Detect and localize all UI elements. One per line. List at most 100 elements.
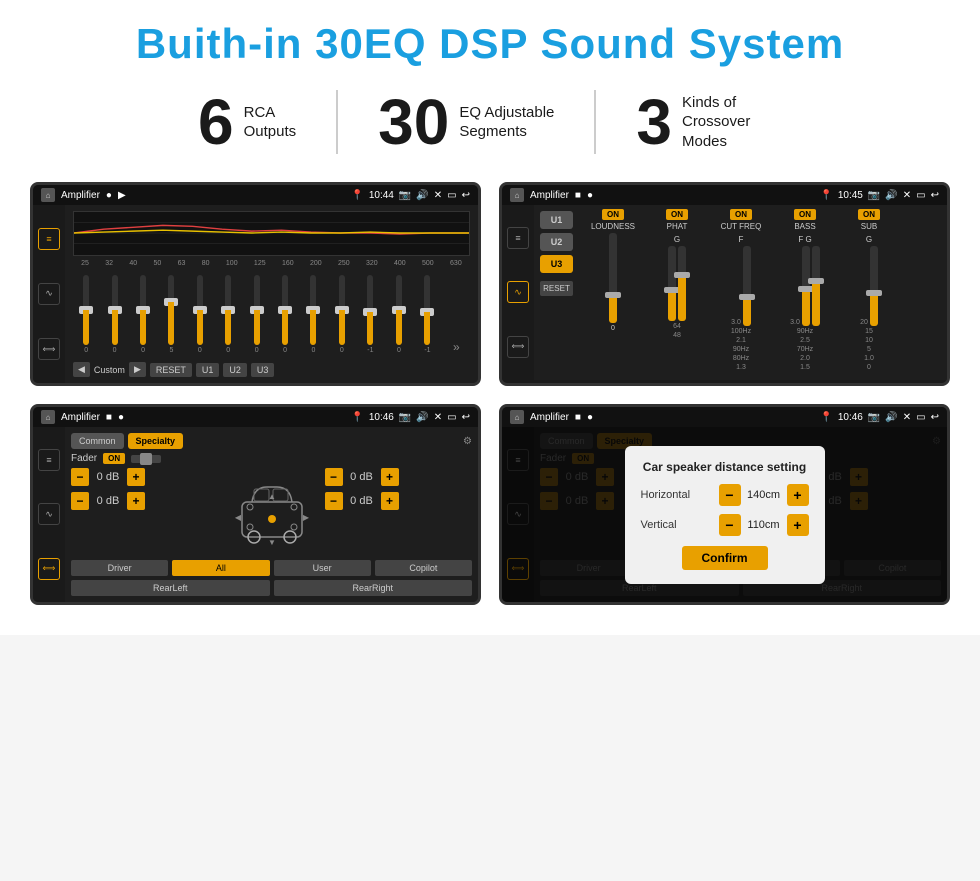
cross-u2-button[interactable]: U2 (540, 233, 573, 251)
eq-status-right: 📍 10:44 📷 🔊 ✕ ▭ ↩ (351, 190, 470, 201)
cross-back-icon[interactable]: ↩ (931, 190, 939, 201)
stat-item-crossover: 3 Kinds ofCrossover Modes (596, 90, 822, 154)
cross-time: 10:45 (838, 190, 863, 201)
fader-status-bar: ⌂ Amplifier ■ ● 📍 10:46 📷 🔊 ✕ ▭ ↩ (33, 407, 478, 427)
dialog-confirm-button[interactable]: Confirm (682, 546, 768, 570)
channel-cutfreq: ON CUT FREQ F 3.0 100Hz 2. (711, 209, 771, 376)
dialog-status-left: ⌂ Amplifier ■ ● (510, 410, 593, 424)
fader-minus-1[interactable]: − (71, 468, 89, 486)
fader-back-icon[interactable]: ↩ (462, 412, 470, 423)
fader-indicator1: ■ (106, 412, 112, 423)
fader-plus-3[interactable]: + (381, 468, 399, 486)
fader-minus-4[interactable]: − (325, 492, 343, 510)
dialog-horizontal-value: 140cm (745, 489, 783, 501)
fader-side-icon-2[interactable]: ∿ (38, 503, 60, 525)
eq-u1-button[interactable]: U1 (196, 363, 220, 377)
fader-db-row-1: − 0 dB + (71, 468, 219, 486)
dialog-vertical-minus[interactable]: − (719, 514, 741, 536)
dialog-vertical-plus[interactable]: + (787, 514, 809, 536)
fader-btn-all[interactable]: All (172, 560, 269, 576)
eq-side-icon-3[interactable]: ⟺ (38, 338, 60, 360)
dialog-horizontal-minus[interactable]: − (719, 484, 741, 506)
eq-slider-track-1[interactable] (83, 275, 89, 345)
eq-side-icon-1[interactable]: ≡ (38, 228, 60, 250)
fader-side-icon-1[interactable]: ≡ (38, 449, 60, 471)
eq-app-name: Amplifier (61, 190, 100, 201)
cross-status-bar: ⌂ Amplifier ■ ● 📍 10:45 📷 🔊 ✕ ▭ ↩ (502, 185, 947, 205)
dialog-horizontal-plus[interactable]: + (787, 484, 809, 506)
eq-controls: ◀ Custom ▶ RESET U1 U2 U3 (73, 362, 470, 377)
fader-plus-2[interactable]: + (127, 492, 145, 510)
eq-next-button[interactable]: ▶ (129, 362, 146, 377)
fader-home-icon[interactable]: ⌂ (41, 410, 55, 424)
page-wrapper: Buith-in 30EQ DSP Sound System 6 RCAOutp… (0, 0, 980, 635)
eq-u2-button[interactable]: U2 (223, 363, 247, 377)
fader-main-content: Common Specialty ⚙ Fader ON (65, 427, 478, 602)
fader-status-right: 📍 10:46 📷 🔊 ✕ ▭ ↩ (351, 412, 470, 423)
fader-slider[interactable] (131, 455, 161, 463)
cross-home-icon[interactable]: ⌂ (510, 188, 524, 202)
dialog-home-icon[interactable]: ⌂ (510, 410, 524, 424)
fader-status-left: ⌂ Amplifier ■ ● (41, 410, 124, 424)
fader-tab-specialty[interactable]: Specialty (128, 433, 184, 449)
fader-btn-rearleft[interactable]: RearLeft (71, 580, 270, 596)
eq-reset-button[interactable]: RESET (150, 363, 192, 377)
sub-on-badge[interactable]: ON (858, 209, 880, 220)
fader-minus-3[interactable]: − (325, 468, 343, 486)
fader-minus-2[interactable]: − (71, 492, 89, 510)
phat-on-badge[interactable]: ON (666, 209, 688, 220)
cross-location-icon: 📍 (820, 190, 832, 201)
fader-btn-driver[interactable]: Driver (71, 560, 168, 576)
fader-plus-4[interactable]: + (381, 492, 399, 510)
dialog-back-icon[interactable]: ↩ (931, 412, 939, 423)
cross-u1-button[interactable]: U1 (540, 211, 573, 229)
cross-screen-body: ≡ ∿ ⟺ U1 U2 U3 RESET ON LOU (502, 205, 947, 380)
phat-slider-2[interactable] (678, 246, 686, 321)
eq-expand-icon[interactable]: » (453, 340, 460, 354)
eq-screen: ⌂ Amplifier ● ▶ 📍 10:44 📷 🔊 ✕ ▭ ↩ ≡ (30, 182, 481, 386)
fader-db-row-2: − 0 dB + (71, 492, 219, 510)
fader-side-icon-3[interactable]: ⟺ (38, 558, 60, 580)
dialog-volume-icon: 🔊 (885, 412, 897, 423)
loudness-slider[interactable] (609, 233, 617, 323)
cross-u3-button[interactable]: U3 (540, 255, 573, 273)
fader-db-row-4: − 0 dB + (325, 492, 473, 510)
cross-side-icon-2[interactable]: ∿ (507, 281, 529, 303)
back-icon[interactable]: ↩ (462, 190, 470, 201)
fader-close-icon: ✕ (434, 412, 442, 423)
cutfreq-slider[interactable] (743, 246, 751, 326)
fader-tab-common[interactable]: Common (71, 433, 124, 449)
dialog-app-name: Amplifier (530, 412, 569, 423)
fader-btn-copilot[interactable]: Copilot (375, 560, 472, 576)
bass-slider-1[interactable] (802, 246, 810, 326)
cross-camera-icon: 📷 (868, 190, 880, 201)
home-icon[interactable]: ⌂ (41, 188, 55, 202)
cross-reset-button[interactable]: RESET (540, 281, 573, 296)
fader-btn-user[interactable]: User (274, 560, 371, 576)
dialog-vertical-row: Vertical − 110cm + (641, 514, 809, 536)
loudness-value: 0 (611, 325, 615, 332)
fader-tabs: Common Specialty ⚙ (71, 433, 472, 449)
fader-settings-icon[interactable]: ⚙ (463, 436, 472, 447)
phat-slider-1[interactable] (668, 246, 676, 321)
dialog-close-icon: ✕ (903, 412, 911, 423)
sub-slider[interactable] (870, 246, 878, 326)
crossover-presets: U1 U2 U3 RESET (534, 205, 579, 380)
cross-side-icon-3[interactable]: ⟺ (507, 336, 529, 358)
fader-on-toggle[interactable]: ON (103, 453, 125, 464)
eq-u3-button[interactable]: U3 (251, 363, 275, 377)
eq-side-icon-2[interactable]: ∿ (38, 283, 60, 305)
loudness-on-badge[interactable]: ON (602, 209, 624, 220)
cutfreq-on-badge[interactable]: ON (730, 209, 752, 220)
channel-loudness: ON LOUDNESS 0 (583, 209, 643, 376)
fader-btn-rearright[interactable]: RearRight (274, 580, 473, 596)
fader-indicator2: ● (118, 412, 124, 423)
fader-label: Fader (71, 453, 97, 464)
dialog-screen: ⌂ Amplifier ■ ● 📍 10:46 📷 🔊 ✕ ▭ ↩ (499, 404, 950, 605)
fader-plus-1[interactable]: + (127, 468, 145, 486)
cross-side-icon-1[interactable]: ≡ (507, 227, 529, 249)
volume-icon: 🔊 (416, 190, 428, 201)
bass-on-badge[interactable]: ON (794, 209, 816, 220)
eq-prev-button[interactable]: ◀ (73, 362, 90, 377)
bass-slider-2[interactable] (812, 246, 820, 326)
